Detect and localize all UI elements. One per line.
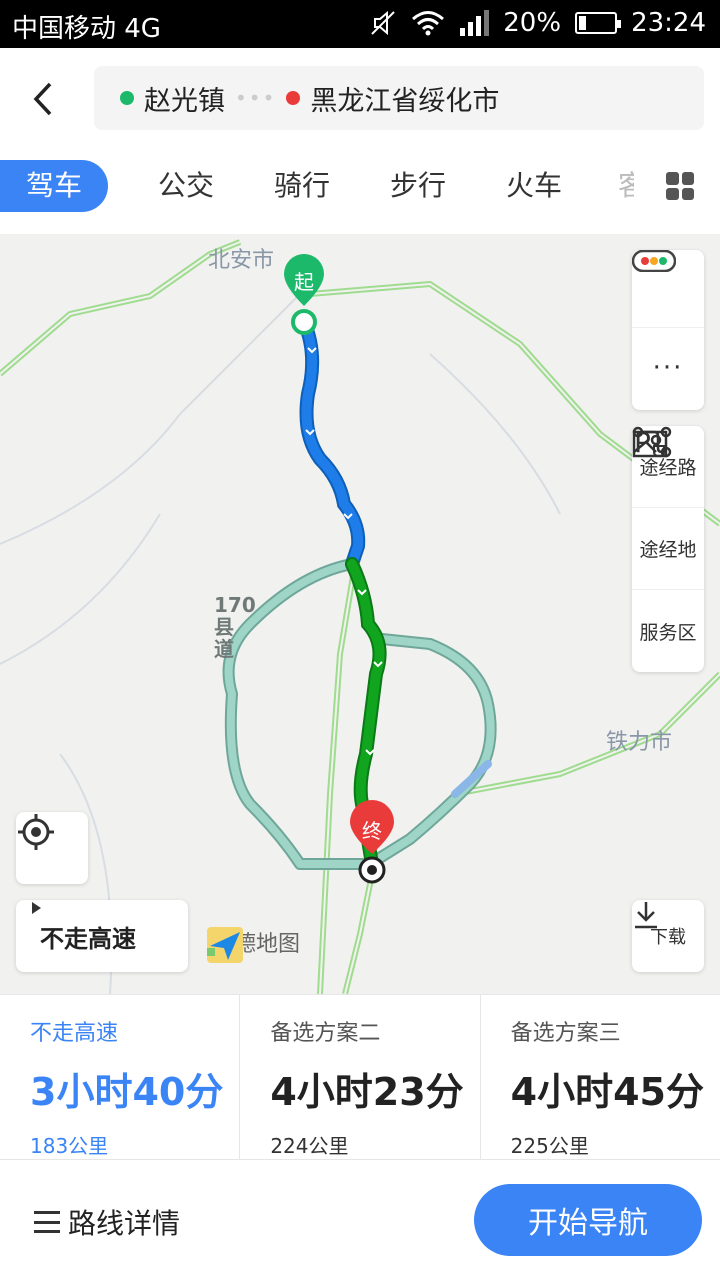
- triangle-right-icon: [32, 902, 41, 914]
- battery-icon: [575, 12, 622, 34]
- road-label: 170县道: [214, 593, 256, 661]
- list-icon: [34, 1211, 60, 1233]
- map-roads: 起 终: [0, 239, 720, 994]
- destination-label: 黑龙江省绥化市: [310, 85, 500, 117]
- tab-bus[interactable]: 公交: [150, 160, 222, 212]
- traffic-toggle[interactable]: [632, 250, 704, 328]
- route-plans: 不走高速 3小时40分 183公里 备选方案二 4小时23分 224公里 备选方…: [0, 994, 720, 1160]
- transport-tabs: 驾车 公交 骑行 步行 火车 客: [0, 160, 720, 220]
- origin-dot: [120, 91, 134, 105]
- tab-bike[interactable]: 骑行: [266, 160, 338, 212]
- clock: 23:24: [631, 8, 706, 38]
- back-button[interactable]: [18, 74, 68, 124]
- traffic-light-icon: [632, 250, 676, 272]
- carrier-label: 中国移动 4G: [12, 14, 161, 44]
- tab-more-partial[interactable]: 客: [618, 160, 634, 212]
- status-icons: 20% 23:24: [369, 8, 706, 38]
- start-navigation-button[interactable]: 开始导航: [474, 1184, 702, 1256]
- svg-text:P: P: [634, 426, 651, 458]
- locate-icon: [18, 814, 54, 850]
- download-button[interactable]: 下载: [632, 900, 704, 972]
- svg-text:终: 终: [362, 819, 382, 843]
- separator-dots: •••: [235, 86, 277, 110]
- origin-label: 赵光镇: [144, 85, 225, 117]
- amap-logo: 高德地图: [206, 926, 300, 963]
- tools-panel: 途经路 途经地 P 服务区: [632, 426, 704, 672]
- traffic-panel: ···: [632, 250, 704, 410]
- bottom-bar: 路线详情 开始导航: [0, 1160, 720, 1280]
- status-bar: 中国移动 4G 20% 23:24: [0, 0, 720, 48]
- city-label-north: 北安市: [208, 248, 275, 273]
- back-arrow-icon: [33, 82, 52, 116]
- route-plan-2[interactable]: 备选方案二 4小时23分 224公里: [240, 995, 481, 1159]
- tab-walk[interactable]: 步行: [382, 160, 454, 212]
- map-view[interactable]: 起 终 北安市 铁力市 170县道 ··· 途经路 途经地 P 服务区 不走高速…: [0, 234, 720, 994]
- signal-icon: [460, 10, 490, 36]
- destination-dot: [286, 91, 301, 105]
- route-preference-button[interactable]: 不走高速: [16, 900, 188, 972]
- parking-coffee-icon: P: [634, 426, 665, 458]
- route-header: 赵光镇 ••• 黑龙江省绥化市 驾车 公交 骑行 步行 火车 客: [0, 48, 720, 234]
- city-label-east: 铁力市: [606, 730, 673, 755]
- locate-button[interactable]: [16, 812, 88, 884]
- route-details-button[interactable]: 路线详情: [34, 1202, 180, 1242]
- tab-train[interactable]: 火车: [498, 160, 570, 212]
- route-input-box[interactable]: 赵光镇 ••• 黑龙江省绥化市: [94, 66, 704, 130]
- amap-logo-icon: [207, 927, 243, 963]
- tab-drive[interactable]: 驾车: [0, 160, 108, 212]
- waypoint-place-button[interactable]: 途经地: [632, 430, 704, 590]
- wifi-icon: [412, 11, 445, 36]
- service-area-button[interactable]: P 服务区: [632, 426, 704, 672]
- download-icon: [635, 902, 657, 929]
- more-options-icon[interactable]: ···: [632, 328, 704, 408]
- svg-text:起: 起: [294, 270, 314, 294]
- route-plan-3[interactable]: 备选方案三 4小时45分 225公里: [481, 995, 720, 1159]
- battery-percent: 20%: [503, 8, 562, 38]
- mute-icon: [371, 10, 395, 36]
- route-plan-1[interactable]: 不走高速 3小时40分 183公里: [0, 995, 241, 1159]
- grid-menu-icon[interactable]: [666, 172, 694, 200]
